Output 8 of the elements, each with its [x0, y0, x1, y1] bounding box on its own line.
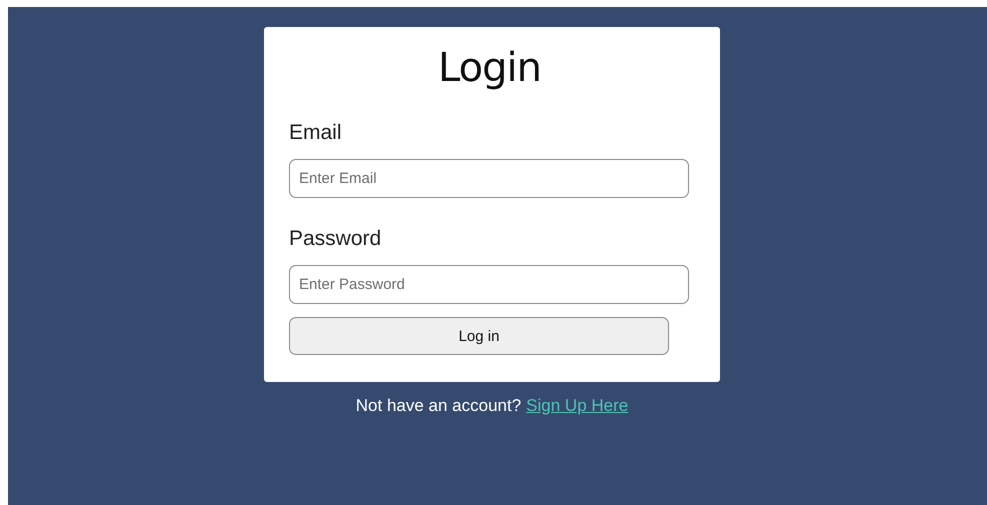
field-label: Email	[289, 121, 342, 145]
field-label: Password	[289, 227, 382, 251]
login-button[interactable]: Log in	[289, 317, 669, 355]
input-field[interactable]: Enter Email	[289, 159, 689, 198]
signup-prompt: Not have an account?	[356, 396, 522, 416]
signup-link[interactable]: Sign Up Here	[526, 396, 628, 416]
login-title: Login	[438, 45, 541, 91]
input-field[interactable]: Enter Password	[289, 265, 689, 304]
